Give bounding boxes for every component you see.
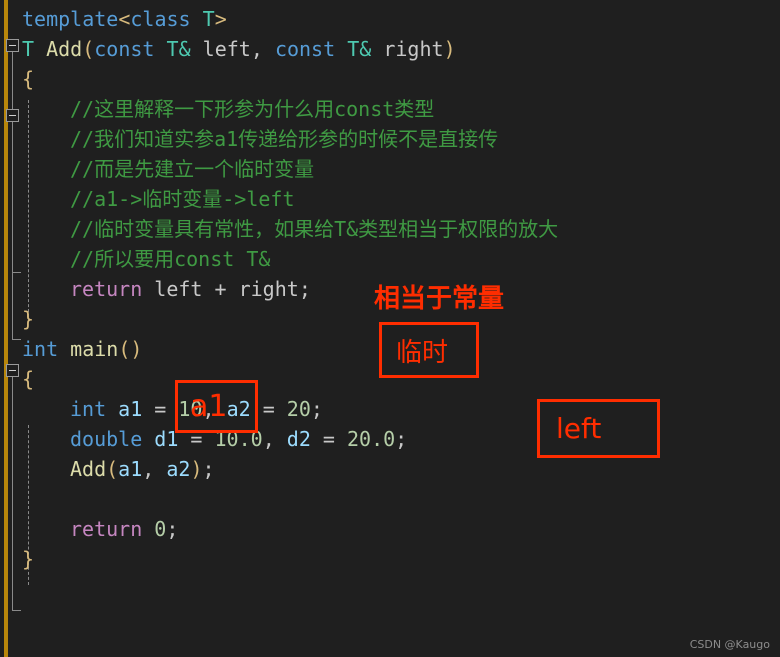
code-token: { <box>22 67 35 91</box>
code-token: = <box>310 427 347 451</box>
annotation-box-label: a1 <box>190 389 228 424</box>
code-line[interactable]: Add(a1, a2); <box>0 454 780 484</box>
code-token: //临时变量具有常性，如果给T&类型相当于权限的放大 <box>70 217 559 241</box>
annotation-box: left <box>537 399 660 458</box>
code-token: right <box>238 277 299 301</box>
code-token: T& <box>166 37 191 61</box>
annotation-box: a1 <box>175 380 258 433</box>
code-token: //这里解释一下形参为什么用const类型 <box>70 97 435 121</box>
code-line[interactable] <box>0 484 780 514</box>
code-token: T <box>22 37 35 61</box>
code-token: //而是先建立一个临时变量 <box>70 157 315 181</box>
code-token: ; <box>202 457 215 481</box>
code-token: ; <box>310 397 323 421</box>
code-token: left <box>202 37 251 61</box>
code-token: } <box>22 547 35 571</box>
code-token: Add <box>46 37 83 61</box>
code-token: ) <box>443 37 456 61</box>
code-token: right <box>383 37 444 61</box>
code-token: const <box>274 37 336 61</box>
annotation-box-label: 临时 <box>396 337 449 368</box>
code-token: //我们知道实参a1传递给形参的时候不是直接传 <box>70 127 499 151</box>
code-token: const <box>94 37 155 61</box>
code-token: return <box>70 277 143 301</box>
code-line[interactable]: double d1 = 10.0, d2 = 20.0; <box>0 424 780 454</box>
code-line[interactable]: //我们知道实参a1传递给形参的时候不是直接传 <box>0 124 780 154</box>
code-token: 20.0 <box>347 427 396 451</box>
code-token: > <box>214 7 227 31</box>
code-token: int <box>70 397 107 421</box>
annotation-text: 相当于常量 <box>374 284 505 314</box>
annotation-box-label: left <box>556 412 602 445</box>
code-token: T <box>202 7 215 31</box>
code-token: a2 <box>166 457 191 481</box>
code-token: , <box>262 427 287 451</box>
code-token: template <box>22 7 119 31</box>
code-line[interactable]: template<class T> <box>0 4 780 34</box>
code-token: = <box>142 397 179 421</box>
code-token: ; <box>395 427 408 451</box>
code-line[interactable]: //这里解释一下形参为什么用const类型 <box>0 94 780 124</box>
code-token: class <box>130 7 191 31</box>
code-token: int <box>22 337 59 361</box>
code-line[interactable]: return 0; <box>0 514 780 544</box>
code-token: } <box>22 307 35 331</box>
code-token: , <box>142 457 167 481</box>
watermark: CSDN @Kaugo <box>689 638 770 651</box>
code-token: main <box>70 337 119 361</box>
code-line[interactable]: //临时变量具有常性，如果给T&类型相当于权限的放大 <box>0 214 780 244</box>
code-token: return <box>70 517 143 541</box>
code-line[interactable]: { <box>0 64 780 94</box>
code-token: { <box>22 367 35 391</box>
code-token: a1 <box>118 397 143 421</box>
code-token: ; <box>298 277 311 301</box>
code-token: 0 <box>154 517 167 541</box>
code-line[interactable]: } <box>0 544 780 574</box>
code-line[interactable]: T Add(const T& left, const T& right) <box>0 34 780 64</box>
code-token: a1 <box>118 457 143 481</box>
code-token: double <box>70 427 143 451</box>
code-line[interactable]: //而是先建立一个临时变量 <box>0 154 780 184</box>
code-screenshot: template<class T> T Add(const T& left, co… <box>0 0 780 657</box>
code-token: Add <box>70 457 107 481</box>
code-token: T& <box>347 37 372 61</box>
code-token: + <box>202 277 239 301</box>
code-token: ; <box>166 517 179 541</box>
code-token: 20 <box>286 397 311 421</box>
code-line[interactable]: //所以要用const T& <box>0 244 780 274</box>
code-token: , <box>250 37 275 61</box>
code-token: d2 <box>286 427 311 451</box>
code-token: left <box>154 277 203 301</box>
code-token: ( <box>106 457 119 481</box>
code-token: //a1->临时变量->left <box>70 187 295 211</box>
code-token: //所以要用const T& <box>70 247 271 271</box>
fold-end-main-function <box>12 610 21 611</box>
code-token: () <box>118 337 143 361</box>
code-line[interactable]: //a1->临时变量->left <box>0 184 780 214</box>
code-token: < <box>118 7 131 31</box>
annotation-box: 临时 <box>379 322 479 378</box>
code-line[interactable]: int a1 = 10, a2 = 20; <box>0 394 780 424</box>
code-token: ) <box>190 457 203 481</box>
code-token: ( <box>82 37 95 61</box>
